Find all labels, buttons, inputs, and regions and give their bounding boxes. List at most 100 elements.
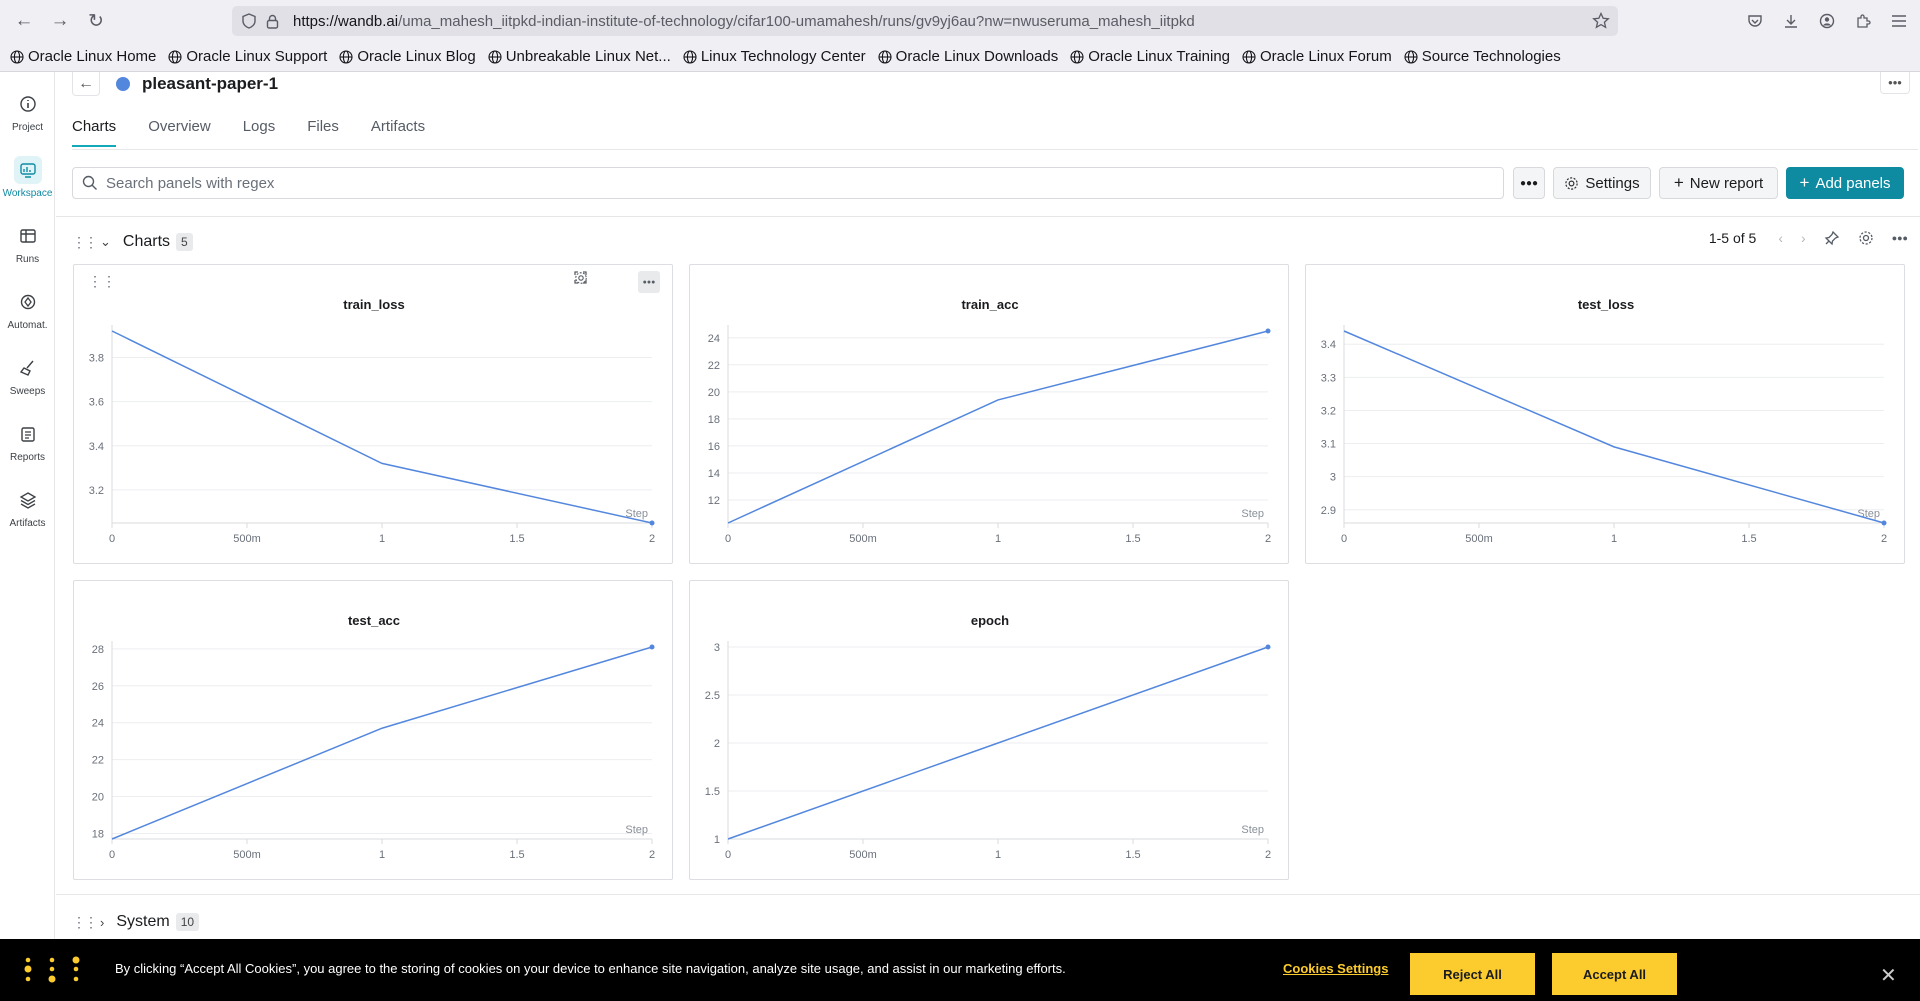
- bookmark-item[interactable]: Oracle Linux Downloads: [878, 48, 1059, 65]
- series-line[interactable]: [111, 330, 653, 524]
- bookmark-label: Oracle Linux Home: [28, 48, 157, 65]
- wandb-logo-icon: [24, 956, 80, 983]
- cookies-settings-link[interactable]: Cookies Settings: [1283, 961, 1388, 976]
- bookmark-label: Oracle Linux Blog: [357, 48, 476, 65]
- data-point[interactable]: [1881, 520, 1887, 526]
- data-point[interactable]: [649, 644, 655, 650]
- rail-item-sweeps[interactable]: Sweeps: [0, 354, 55, 397]
- more-horizontal-icon: ●●●: [1519, 177, 1539, 189]
- y-tick-label: 1: [714, 834, 720, 846]
- chart-title: test_loss: [1578, 297, 1634, 312]
- drag-handle-icon[interactable]: ⋮⋮: [72, 234, 98, 251]
- rail-item-runs[interactable]: Runs: [0, 222, 55, 265]
- bookmark-item[interactable]: Linux Technology Center: [683, 48, 866, 65]
- drag-handle-icon[interactable]: ⋮⋮: [72, 914, 98, 931]
- data-point[interactable]: [1265, 644, 1271, 650]
- y-tick-label: 24: [92, 718, 104, 730]
- settings-button-label: Settings: [1585, 174, 1640, 192]
- panel-toolbar: ●●● Settings + New report + Add panels: [72, 167, 1918, 199]
- extensions-icon[interactable]: [1850, 7, 1876, 35]
- account-icon[interactable]: [1814, 7, 1840, 35]
- url-text: https://wandb.ai/uma_mahesh_iitpkd-india…: [293, 12, 1195, 30]
- address-bar[interactable]: https://wandb.ai/uma_mahesh_iitpkd-india…: [232, 6, 1618, 36]
- chevron-down-icon[interactable]: ⌄: [100, 234, 111, 250]
- rail-item-reports[interactable]: Reports: [0, 420, 55, 463]
- bookmark-item[interactable]: Oracle Linux Forum: [1242, 48, 1392, 65]
- new-report-button[interactable]: + New report: [1659, 167, 1778, 199]
- series-line[interactable]: [111, 646, 653, 840]
- bookmark-label: Oracle Linux Training: [1088, 48, 1231, 65]
- tab-files[interactable]: Files: [307, 118, 339, 147]
- forward-arrow-icon[interactable]: →: [46, 7, 74, 35]
- y-tick-label: 3.6: [89, 397, 104, 409]
- chevron-left-icon[interactable]: ‹: [1778, 230, 1783, 246]
- chart-panel-train-loss[interactable]: train_loss 3.2 3.4 3.6 3.8 0 500m 1 1.5 2 Step ⋮⋮ ●●…: [73, 264, 673, 564]
- data-point[interactable]: [649, 520, 655, 526]
- globe-icon: [168, 49, 182, 64]
- back-arrow-icon[interactable]: ←: [10, 7, 38, 35]
- run-color-dot[interactable]: [116, 77, 130, 91]
- line-chart: epoch 1 1.5 2 2.5 3 0 500m 1 1.5 2 Step: [705, 613, 1271, 861]
- pin-icon[interactable]: [1824, 230, 1840, 246]
- y-tick-label: 3.2: [1321, 405, 1336, 417]
- chart-panel-epoch[interactable]: epoch 1 1.5 2 2.5 3 0 500m 1 1.5 2 Step: [689, 580, 1289, 880]
- browser-toolbar: ← → ↻ https://wandb.ai/uma_mahesh_iitpkd…: [0, 0, 1920, 42]
- line-chart: test_loss2.933.13.23.33.40 500m 1 1.5 2Step: [1321, 297, 1887, 545]
- x-tick-label: 1: [995, 533, 1001, 545]
- tab-charts[interactable]: Charts: [72, 118, 117, 147]
- chevron-right-icon[interactable]: ›: [1801, 230, 1806, 246]
- bookmark-item[interactable]: Oracle Linux Home: [10, 48, 156, 65]
- section-title[interactable]: Charts: [123, 233, 170, 251]
- series-line[interactable]: [727, 330, 1269, 524]
- bookmark-item[interactable]: Source Technologies: [1404, 48, 1561, 65]
- chart-title: test_acc: [348, 613, 400, 628]
- data-point[interactable]: [1265, 328, 1271, 334]
- bookmark-item[interactable]: Oracle Linux Training: [1070, 48, 1230, 65]
- chart-panel-train-acc[interactable]: train_acc 12 14 16 18 20 22 24 0 500m 1 1.5 2 Step: [689, 264, 1289, 564]
- back-button[interactable]: ←: [72, 72, 100, 96]
- layers-icon: [14, 486, 42, 514]
- run-more-button[interactable]: •••: [1880, 72, 1910, 94]
- search-input[interactable]: [106, 174, 1486, 192]
- bookmark-item[interactable]: Oracle Linux Support: [168, 48, 327, 65]
- bookmark-item[interactable]: Oracle Linux Blog: [339, 48, 476, 65]
- tab-artifacts[interactable]: Artifacts: [371, 118, 425, 147]
- chart-panel-test-loss[interactable]: test_loss 2.9 3 3.1 3.2 3.3 3.4 0 500m 1 1.5 2 Step: [1305, 264, 1905, 564]
- reload-icon[interactable]: ↻: [82, 7, 110, 35]
- tab-overview[interactable]: Overview: [148, 118, 211, 147]
- bookmark-item[interactable]: Unbreakable Linux Net...: [488, 48, 671, 65]
- gear-icon[interactable]: [1858, 230, 1874, 246]
- y-tick-label: 22: [708, 360, 720, 372]
- settings-button[interactable]: Settings: [1553, 167, 1651, 199]
- y-tick-label: 3.1: [1321, 439, 1336, 451]
- x-axis-label: Step: [1241, 824, 1264, 836]
- gear-icon[interactable]: [575, 271, 628, 293]
- download-icon[interactable]: [1778, 7, 1804, 35]
- drag-handle-icon[interactable]: ⋮⋮: [88, 273, 116, 290]
- rail-item-project[interactable]: Project: [0, 90, 55, 133]
- panel-more-button[interactable]: ●●●: [1513, 167, 1545, 199]
- x-tick-label: 1: [379, 849, 385, 861]
- run-name: pleasant-paper-1: [142, 74, 279, 93]
- lock-icon: [266, 14, 279, 29]
- close-icon[interactable]: ✕: [1880, 963, 1897, 988]
- more-horizontal-icon[interactable]: ●●●: [1892, 233, 1908, 243]
- chevron-right-icon[interactable]: ›: [100, 915, 104, 930]
- series-line[interactable]: [1343, 330, 1885, 524]
- rail-item-automat[interactable]: Automat.: [0, 288, 55, 331]
- pocket-icon[interactable]: [1742, 7, 1768, 35]
- chart-panel-test-acc[interactable]: test_acc 18 20 22 24 26 28 0 500m 1 1.5 2 Step: [73, 580, 673, 880]
- add-panels-button[interactable]: + Add panels: [1786, 167, 1904, 199]
- menu-icon[interactable]: [1886, 7, 1912, 35]
- reject-all-button[interactable]: Reject All: [1410, 953, 1535, 995]
- more-horizontal-icon[interactable]: ●●●: [638, 271, 660, 293]
- tab-logs[interactable]: Logs: [243, 118, 276, 147]
- accept-all-button[interactable]: Accept All: [1552, 953, 1677, 995]
- system-section-title[interactable]: System: [116, 913, 169, 931]
- rail-item-artifacts[interactable]: Artifacts: [0, 486, 55, 529]
- bookmark-star-icon[interactable]: [1592, 12, 1610, 30]
- bookmark-label: Oracle Linux Downloads: [895, 48, 1059, 65]
- rail-item-workspace[interactable]: Workspace: [0, 156, 55, 199]
- y-tick-label: 18: [92, 828, 104, 840]
- bookmark-label: Oracle Linux Forum: [1260, 48, 1392, 65]
